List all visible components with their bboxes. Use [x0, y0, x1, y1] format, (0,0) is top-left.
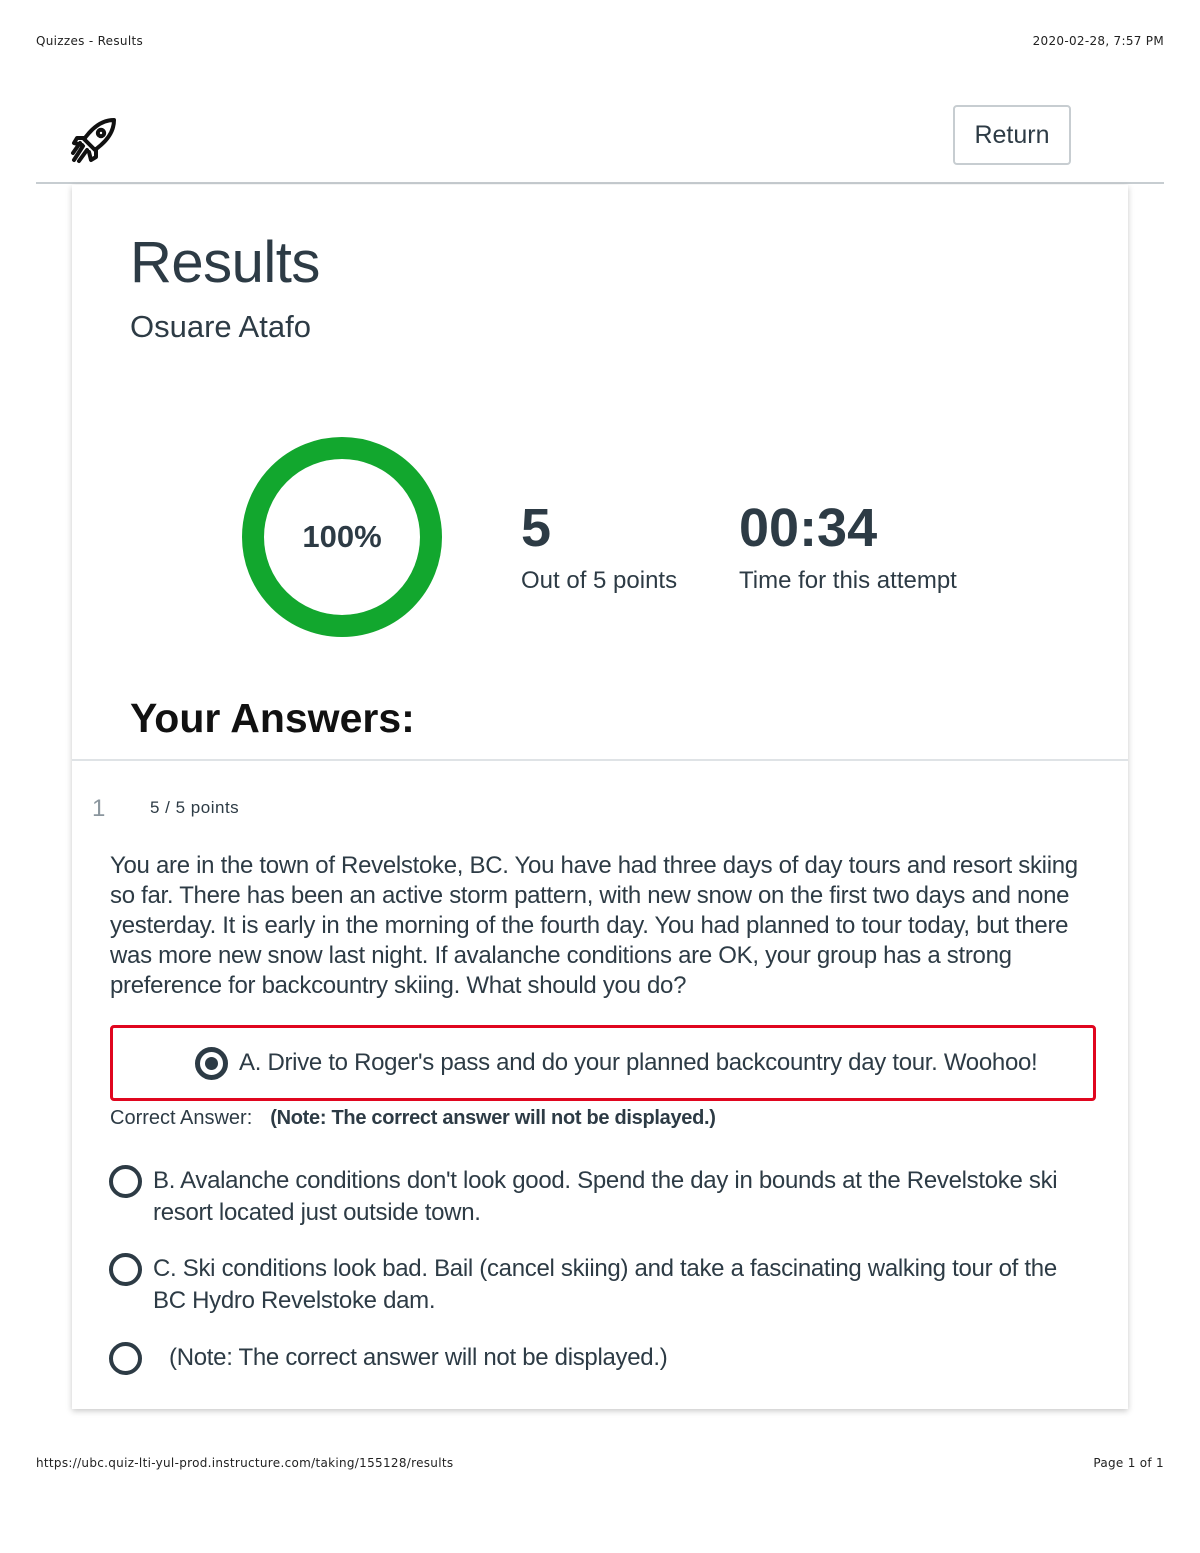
- answers-heading: Your Answers:: [130, 695, 415, 741]
- answer-option-c[interactable]: C. Ski conditions look bad. Bail (cancel…: [153, 1253, 1083, 1317]
- answer-option-b[interactable]: B. Avalanche conditions don't look good.…: [153, 1165, 1083, 1229]
- rocket-icon[interactable]: [70, 116, 120, 166]
- print-datetime: 2020-02-28, 7:57 PM: [1032, 34, 1164, 48]
- answer-option-a[interactable]: A. Drive to Roger's pass and do your pla…: [239, 1047, 1038, 1079]
- page-title: Results: [130, 230, 320, 295]
- radio-unchecked-icon[interactable]: [109, 1253, 142, 1286]
- correct-answer-label: Correct Answer:: [110, 1107, 253, 1129]
- results-card: Results Osuare Atafo 100% 5 Out of 5 poi…: [72, 185, 1128, 1409]
- points-stat: 5 Out of 5 points: [521, 501, 677, 595]
- print-page-title: Quizzes - Results: [36, 34, 144, 48]
- score-percent: 100%: [302, 519, 382, 554]
- print-url: https://ubc.quiz-lti-yul-prod.instructur…: [36, 1456, 454, 1470]
- answer-option-d[interactable]: (Note: The correct answer will not be di…: [169, 1342, 1069, 1374]
- radio-checked-icon[interactable]: [195, 1047, 228, 1080]
- correct-answer-row: Correct Answer: (Note: The correct answer…: [110, 1107, 716, 1130]
- radio-unchecked-icon[interactable]: [109, 1342, 142, 1375]
- time-stat: 00:34 Time for this attempt: [739, 501, 957, 595]
- print-page-number: Page 1 of 1: [1093, 1456, 1164, 1470]
- return-button[interactable]: Return: [953, 105, 1071, 165]
- question-item: 1 5 / 5 points You are in the town of Re…: [72, 763, 1128, 1409]
- time-label: Time for this attempt: [739, 567, 957, 594]
- print-header: Quizzes - Results 2020-02-28, 7:57 PM: [36, 34, 1164, 48]
- radio-unchecked-icon[interactable]: [109, 1165, 142, 1198]
- results-summary: Results Osuare Atafo 100% 5 Out of 5 poi…: [72, 185, 1128, 761]
- correct-answer-note: (Note: The correct answer will not be di…: [270, 1107, 716, 1129]
- points-value: 5: [521, 498, 552, 558]
- question-number: 1: [92, 795, 106, 822]
- student-name: Osuare Atafo: [130, 309, 311, 344]
- question-points: 5 / 5 points: [150, 798, 240, 817]
- selected-answer-box: A. Drive to Roger's pass and do your pla…: [110, 1025, 1096, 1101]
- app-header: Return: [36, 100, 1164, 184]
- time-value: 00:34: [739, 498, 878, 558]
- print-footer: https://ubc.quiz-lti-yul-prod.instructur…: [36, 1456, 1164, 1470]
- points-label: Out of 5 points: [521, 567, 678, 594]
- question-text: You are in the town of Revelstoke, BC. Y…: [110, 852, 1078, 999]
